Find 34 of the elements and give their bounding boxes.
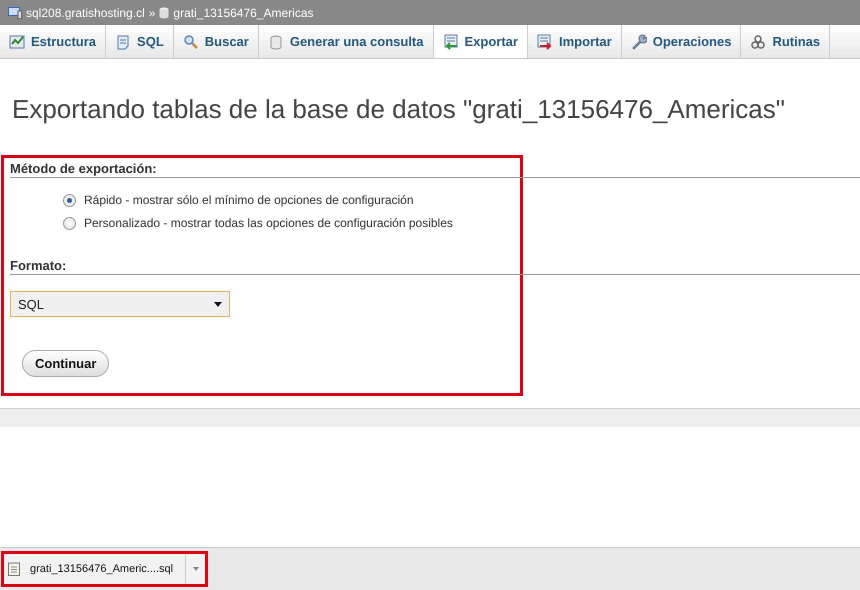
cylinder-icon <box>268 34 284 50</box>
tab[interactable]: Buscar <box>174 25 259 58</box>
radio-option[interactable]: Personalizado - mostrar todas las opciones de configuración posibles <box>63 216 520 230</box>
server-link[interactable]: sql208.gratishosting.cl <box>26 6 145 20</box>
wrench-icon <box>630 34 647 50</box>
tab[interactable]: Exportar <box>434 25 528 58</box>
section-heading: Método de exportación: <box>10 161 860 178</box>
radio-button[interactable] <box>63 194 76 206</box>
gears-icon <box>750 34 766 50</box>
download-item[interactable]: grati_13156476_Americ....sql <box>4 554 186 584</box>
radio-option[interactable]: Rápido - mostrar sólo el mínimo de opciones de configuración <box>63 193 520 207</box>
document-icon <box>115 34 132 50</box>
import-icon <box>536 34 553 50</box>
tab[interactable]: Operaciones <box>622 25 742 58</box>
continue-button[interactable]: Continuar <box>22 350 110 377</box>
caret-icon <box>192 567 199 571</box>
server-icon <box>8 6 22 18</box>
page-title: Exportando tablas de la base de datos "grati_13156476_Americas" <box>12 94 786 125</box>
tab[interactable]: Rutinas <box>741 25 830 58</box>
document-icon <box>8 562 20 576</box>
breadcrumb-separator: » <box>148 6 156 20</box>
search-icon <box>182 34 199 50</box>
database-link[interactable]: grati_13156476_Americas <box>173 6 314 20</box>
tab[interactable]: SQL <box>106 25 174 58</box>
export-icon <box>442 34 458 50</box>
database-icon <box>159 6 170 18</box>
dropdown-caret-icon <box>214 302 222 306</box>
section-heading: Formato: <box>10 258 860 275</box>
tab[interactable]: Generar una consulta <box>258 25 434 58</box>
tab[interactable]: Importar <box>528 25 622 58</box>
chart-icon <box>9 34 25 50</box>
format-dropdown[interactable]: SQL <box>10 291 230 317</box>
radio-button[interactable] <box>63 216 76 230</box>
tab[interactable]: Estructura <box>0 25 106 58</box>
